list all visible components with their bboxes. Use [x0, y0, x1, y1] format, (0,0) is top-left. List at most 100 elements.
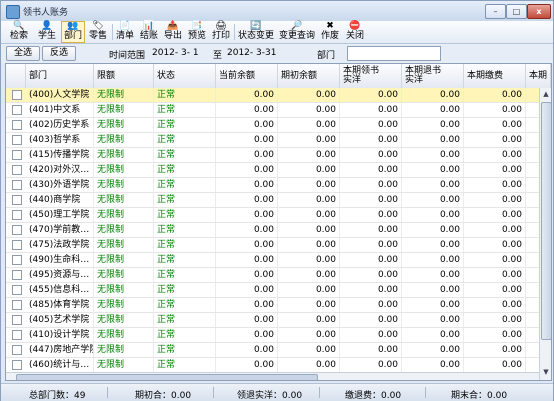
close-button[interactable]: ⛔ 关闭 — [344, 22, 366, 42]
row-checkbox[interactable] — [12, 135, 22, 145]
settle-icon: 📊 — [143, 21, 155, 31]
table-row[interactable]: (475)法政学院 无限制 正常 0.00 0.00 0.00 0.00 0.00 — [6, 238, 551, 253]
title-bar: 领书人账务 – □ x — [1, 1, 553, 21]
row-checkbox[interactable] — [12, 345, 22, 355]
cell-current-balance: 0.00 — [216, 193, 278, 207]
row-checkbox[interactable] — [12, 210, 22, 220]
row-checkbox[interactable] — [12, 270, 22, 280]
table-row[interactable]: (450)理工学院 无限制 正常 0.00 0.00 0.00 0.00 0.00 — [6, 208, 551, 223]
invert-selection-button[interactable]: 反选 — [42, 46, 76, 61]
cell-department: (447)房地产学院 — [26, 343, 94, 357]
cell-opening-balance: 0.00 — [278, 178, 340, 192]
table-row[interactable]: (447)房地产学院 无限制 正常 0.00 0.00 0.00 0.00 0.00 — [6, 343, 551, 358]
vertical-scrollbar[interactable]: ▲ ▼ — [539, 88, 551, 380]
header-status[interactable]: 状态 — [154, 64, 216, 88]
cell-department: (455)信息科… — [26, 283, 94, 297]
change-query-button[interactable]: 🔎 变更查询 — [278, 22, 316, 42]
table-row[interactable]: (460)统计与… 无限制 正常 0.00 0.00 0.00 0.00 0.00 — [6, 358, 551, 373]
table-row[interactable]: (455)信息科… 无限制 正常 0.00 0.00 0.00 0.00 0.00 — [6, 283, 551, 298]
table-row[interactable]: (405)艺术学院 无限制 正常 0.00 0.00 0.00 0.00 0.00 — [6, 313, 551, 328]
maximize-button[interactable]: □ — [506, 4, 527, 19]
cell-status: 正常 — [154, 133, 216, 147]
cell-department: (402)历史学系 — [26, 118, 94, 132]
table-row[interactable]: (402)历史学系 无限制 正常 0.00 0.00 0.00 0.00 0.00 — [6, 118, 551, 133]
table-row[interactable]: (400)人文学院 无限制 正常 0.00 0.00 0.00 0.00 0.00 — [6, 88, 551, 103]
cell-department: (415)传播学院 — [26, 148, 94, 162]
export-icon: 📤 — [167, 21, 179, 31]
department-button[interactable]: 👥 部门 — [61, 21, 85, 43]
header-returned-books[interactable]: 本期退书 实洋 — [402, 64, 464, 88]
row-checkbox[interactable] — [12, 90, 22, 100]
horizontal-scroll-thumb[interactable] — [16, 374, 318, 380]
row-checkbox[interactable] — [12, 255, 22, 265]
print-button[interactable]: 🖨 打印 — [210, 22, 232, 42]
header-department[interactable]: 部门 — [26, 64, 94, 88]
row-checkbox[interactable] — [12, 300, 22, 310]
toolbar: 🔍 检索 👤 学生 👥 部门 🏷 零售 📄 清单 📊 结账 📤 导出 📑 预览 🖨 打印 🔄 状态变… — [1, 21, 553, 44]
row-checkbox[interactable] — [12, 240, 22, 250]
cell-department: (450)理工学院 — [26, 208, 94, 222]
row-checkbox[interactable] — [12, 180, 22, 190]
scroll-down-icon[interactable]: ▼ — [540, 366, 551, 378]
date-from-field[interactable]: 2012- 3- 1 — [152, 48, 199, 58]
row-checkbox[interactable] — [12, 165, 22, 175]
status-change-button[interactable]: 🔄 状态变更 — [237, 22, 275, 42]
retail-button[interactable]: 🏷 零售 — [86, 22, 110, 42]
table-row[interactable]: (410)设计学院 无限制 正常 0.00 0.00 0.00 0.00 0.00 — [6, 328, 551, 343]
close-window-button[interactable]: x — [527, 4, 551, 19]
table-row[interactable]: (420)对外汉… 无限制 正常 0.00 0.00 0.00 0.00 0.00 — [6, 163, 551, 178]
table-row[interactable]: (440)商学院 无限制 正常 0.00 0.00 0.00 0.00 0.00 — [6, 193, 551, 208]
row-checkbox[interactable] — [12, 360, 22, 370]
cell-limit: 无限制 — [94, 298, 154, 312]
student-button[interactable]: 👤 学生 — [35, 22, 59, 42]
row-checkbox[interactable] — [12, 330, 22, 340]
row-checkbox[interactable] — [12, 105, 22, 115]
void-button[interactable]: ✖ 作废 — [319, 22, 341, 42]
cell-status: 正常 — [154, 163, 216, 177]
row-checkbox[interactable] — [12, 225, 22, 235]
header-opening-balance[interactable]: 期初余额 — [278, 64, 340, 88]
preview-button[interactable]: 📑 预览 — [186, 22, 208, 42]
horizontal-scrollbar[interactable] — [6, 372, 539, 380]
cell-received: 0.00 — [340, 298, 402, 312]
cell-status: 正常 — [154, 283, 216, 297]
table-row[interactable]: (470)学前教… 无限制 正常 0.00 0.00 0.00 0.00 0.00 — [6, 223, 551, 238]
select-all-button[interactable]: 全选 — [6, 46, 40, 61]
cell-status: 正常 — [154, 88, 216, 102]
row-checkbox[interactable] — [12, 150, 22, 160]
scroll-thumb[interactable] — [541, 102, 551, 340]
table-row[interactable]: (490)生命科… 无限制 正常 0.00 0.00 0.00 0.00 0.00 — [6, 253, 551, 268]
row-checkbox[interactable] — [12, 120, 22, 130]
export-button[interactable]: 📤 导出 — [162, 22, 184, 42]
row-checkbox[interactable] — [12, 195, 22, 205]
header-current-balance[interactable]: 当前余额 — [216, 64, 278, 88]
table-row[interactable]: (415)传播学院 无限制 正常 0.00 0.00 0.00 0.00 0.00 — [6, 148, 551, 163]
header-received-books[interactable]: 本期领书 实洋 — [340, 64, 402, 88]
filter-bar: 全选 反选 时间范围 2012- 3- 1 至 2012- 3-31 部门 — [1, 44, 553, 63]
cell-department: (405)艺术学院 — [26, 313, 94, 327]
cell-current-balance: 0.00 — [216, 268, 278, 282]
table-row[interactable]: (485)体育学院 无限制 正常 0.00 0.00 0.00 0.00 0.00 — [6, 298, 551, 313]
list-button[interactable]: 📄 清单 — [114, 22, 136, 42]
scroll-up-icon[interactable]: ▲ — [540, 88, 551, 100]
table-row[interactable]: (430)外语学院 无限制 正常 0.00 0.00 0.00 0.00 0.00 — [6, 178, 551, 193]
cell-limit: 无限制 — [94, 238, 154, 252]
cell-payment: 0.00 — [464, 193, 526, 207]
header-limit[interactable]: 限额 — [94, 64, 154, 88]
cell-status: 正常 — [154, 118, 216, 132]
row-checkbox[interactable] — [12, 285, 22, 295]
header-more[interactable]: 本期 — [526, 64, 551, 88]
department-input[interactable] — [347, 46, 441, 61]
header-payment[interactable]: 本期缴费 — [464, 64, 526, 88]
table-row[interactable]: (401)中文系 无限制 正常 0.00 0.00 0.00 0.00 0.00 — [6, 103, 551, 118]
search-button[interactable]: 🔍 检索 — [7, 22, 31, 42]
table-row[interactable]: (495)资源与… 无限制 正常 0.00 0.00 0.00 0.00 0.00 — [6, 268, 551, 283]
date-to-field[interactable]: 2012- 3-31 — [227, 48, 276, 58]
table-row[interactable]: (403)哲学系 无限制 正常 0.00 0.00 0.00 0.00 0.00 — [6, 133, 551, 148]
row-checkbox[interactable] — [12, 315, 22, 325]
total-departments: 总部门数：49 — [29, 391, 86, 401]
settle-button[interactable]: 📊 结账 — [138, 22, 160, 42]
opening-total: 期初合：0.00 — [135, 391, 192, 401]
minimize-button[interactable]: – — [485, 4, 506, 19]
cell-department: (490)生命科… — [26, 253, 94, 267]
